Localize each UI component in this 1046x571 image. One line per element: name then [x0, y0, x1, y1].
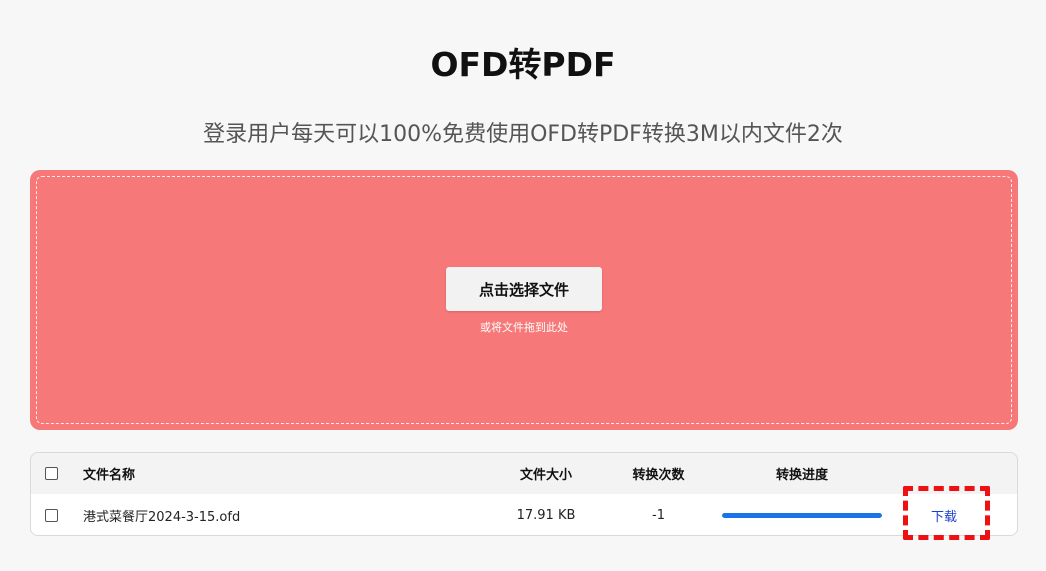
row-progress-cell [721, 494, 883, 535]
table-header: 文件名称 文件大小 转换次数 转换进度 [31, 453, 1017, 494]
row-file-name: 港式菜餐厅2024-3-15.ofd [83, 510, 241, 525]
upload-dropzone[interactable]: 点击选择文件 或将文件拖到此处 [30, 170, 1018, 430]
table-row: 港式菜餐厅2024-3-15.ofd 17.91 KB -1 下载 [31, 494, 1017, 535]
select-file-button[interactable]: 点击选择文件 [446, 267, 602, 311]
row-action-cell: 下载 [899, 494, 989, 535]
select-all-checkbox[interactable] [45, 467, 58, 480]
download-link[interactable]: 下载 [931, 506, 957, 525]
header-convert-count: 转换次数 [632, 468, 685, 483]
page-title: OFD转PDF [430, 45, 616, 84]
row-checkbox-cell [45, 494, 61, 535]
row-file-size: 17.91 KB [516, 508, 576, 523]
file-table: 文件名称 文件大小 转换次数 转换进度 港式菜餐厅2024-3-15.ofd 1… [30, 452, 1018, 536]
page-subtitle: 登录用户每天可以100%免费使用OFD转PDF转换3M以内文件2次 [203, 122, 843, 147]
row-checkbox[interactable] [45, 509, 58, 522]
header-convert-progress: 转换进度 [775, 468, 828, 483]
progress-bar [722, 513, 882, 518]
progress-bar-fill [722, 513, 882, 518]
header-checkbox-cell [45, 453, 61, 494]
header-file-name: 文件名称 [83, 468, 136, 483]
row-convert-count: -1 [652, 508, 665, 523]
header-file-size: 文件大小 [519, 468, 572, 483]
drop-hint-text: 或将文件拖到此处 [480, 321, 568, 334]
